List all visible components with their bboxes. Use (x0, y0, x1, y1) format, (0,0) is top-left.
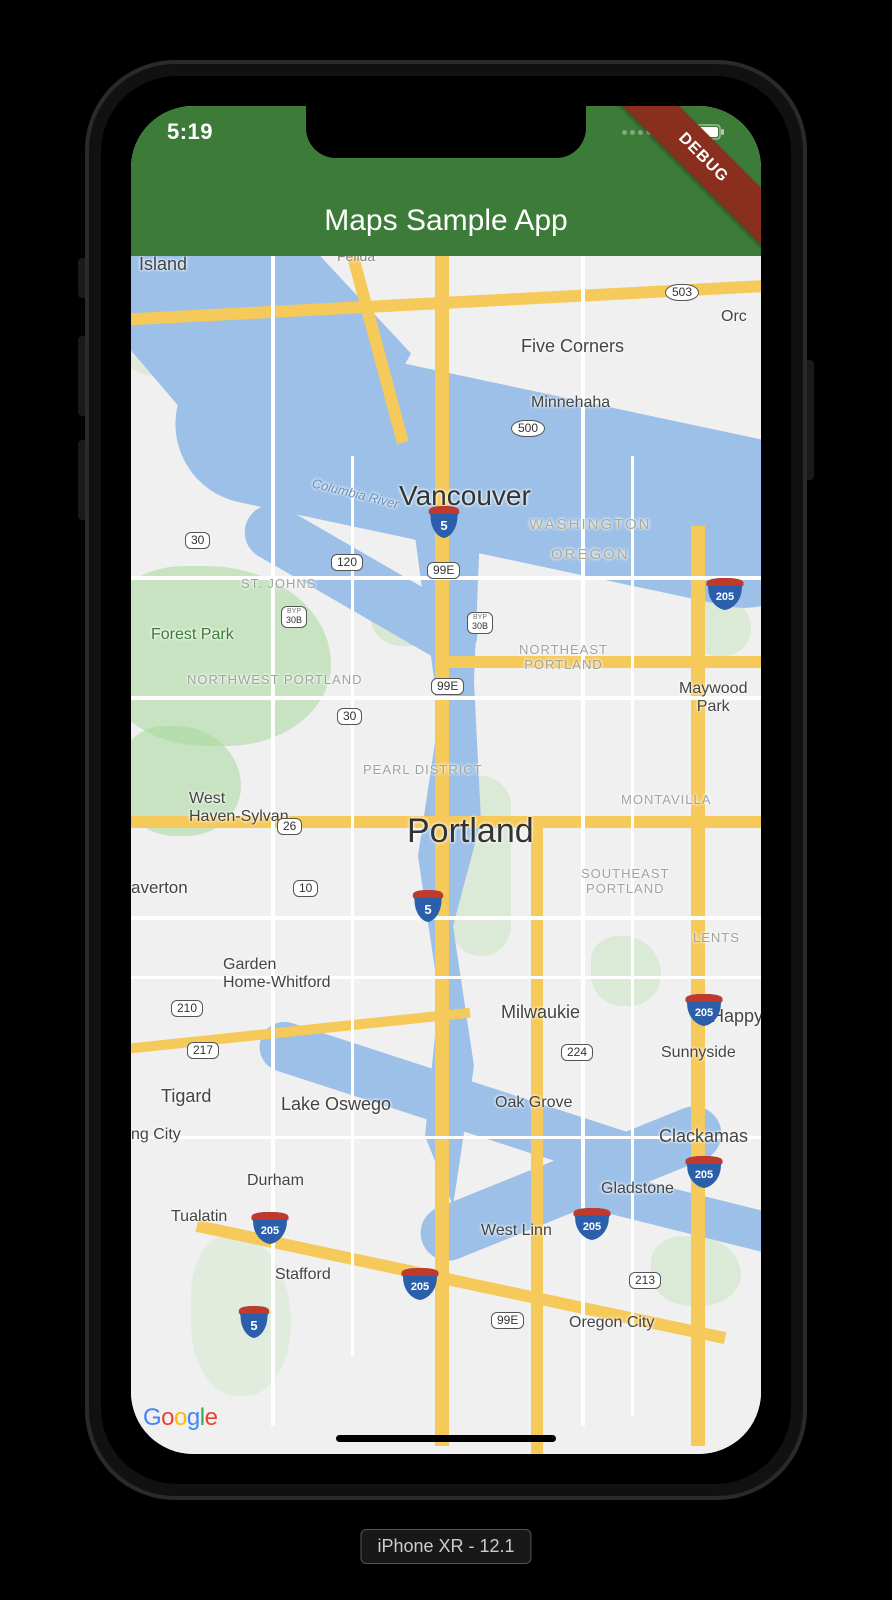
shield-26: 26 (277, 818, 302, 835)
label-ne-portland: NORTHEAST PORTLAND (519, 642, 608, 672)
shield-i205-d: 205 (249, 1212, 291, 1244)
shield-10: 10 (293, 880, 318, 897)
label-stafford: Stafford (275, 1266, 331, 1284)
shield-i5-c: 5 (237, 1306, 271, 1338)
label-gladstone: Gladstone (601, 1180, 674, 1198)
label-felida: Felida (337, 256, 375, 264)
status-time: 5:19 (167, 119, 213, 145)
label-durham: Durham (247, 1172, 304, 1190)
phone-bezel: Maps Sample App (101, 76, 791, 1484)
app-title: Maps Sample App (324, 204, 567, 238)
label-tigard: Tigard (161, 1086, 211, 1107)
label-clackamas: Clackamas (659, 1126, 748, 1147)
shield-30b-b: 30B (467, 612, 493, 634)
label-nw-portland: NORTHWEST PORTLAND (187, 672, 362, 687)
shield-99e-b: 99E (431, 678, 464, 695)
cellular-dots-icon (622, 130, 651, 135)
label-garden-home: Garden Home-Whitford (223, 956, 331, 992)
street (131, 916, 761, 920)
label-ng-city: ng City (131, 1126, 181, 1144)
label-forest-park: Forest Park (151, 626, 234, 644)
shield-i205-e: 205 (399, 1268, 441, 1300)
label-portland: Portland (407, 812, 534, 851)
label-se-portland: SOUTHEAST PORTLAND (581, 866, 669, 896)
label-oregon: OREGON (551, 546, 630, 563)
label-island: Island (139, 256, 187, 275)
shield-30b-a: 30B (281, 606, 307, 628)
shield-i205-a: 205 (704, 578, 746, 610)
label-five-corners: Five Corners (521, 336, 624, 357)
home-indicator[interactable] (336, 1435, 556, 1442)
shield-213: 213 (629, 1272, 661, 1289)
label-beaverton: averton (131, 878, 188, 898)
label-st-johns: ST. JOHNS (241, 576, 316, 591)
road-99e (531, 816, 543, 1454)
shield-210: 210 (171, 1000, 203, 1017)
label-oregon-city: Oregon City (569, 1314, 654, 1332)
shield-i205-b: 205 (683, 994, 725, 1026)
label-minnehaha: Minnehaha (531, 394, 610, 412)
battery-icon (691, 124, 725, 140)
label-pearl: PEARL DISTRICT (363, 762, 483, 777)
shield-217: 217 (187, 1042, 219, 1059)
phone-notch (306, 106, 586, 158)
label-oak-grove: Oak Grove (495, 1094, 572, 1112)
shield-i5-b: 5 (411, 890, 445, 922)
shield-99e-a: 99E (427, 562, 460, 579)
label-lents: LENTS (693, 930, 740, 945)
label-lake-oswego: Lake Oswego (281, 1094, 391, 1115)
shield-224: 224 (561, 1044, 593, 1061)
label-w-haven: West Haven-Sylvan (189, 790, 289, 826)
phone-frame: Maps Sample App (85, 60, 807, 1500)
street (131, 696, 761, 700)
label-orc: Orc (721, 308, 747, 326)
shield-i205-f: 205 (571, 1208, 613, 1240)
shield-30: 30 (185, 532, 210, 549)
shield-30-c: 30 (337, 708, 362, 725)
label-milwaukie: Milwaukie (501, 1002, 580, 1023)
label-tualatin: Tualatin (171, 1208, 227, 1226)
street (581, 256, 585, 1426)
label-sunnyside: Sunnyside (661, 1044, 736, 1062)
label-west-linn: West Linn (481, 1222, 552, 1240)
shield-99e-c: 99E (491, 1312, 524, 1329)
shield-i5-a: 5 (427, 506, 461, 538)
shield-500: 500 (511, 420, 545, 437)
street (351, 456, 354, 1356)
map-view[interactable]: Island Felida Vancouver Five Corners Orc… (131, 256, 761, 1454)
label-vancouver: Vancouver (399, 480, 531, 512)
label-washington: WASHINGTON (529, 516, 652, 533)
shield-i205-c: 205 (683, 1156, 725, 1188)
shield-503: 503 (665, 284, 699, 301)
label-montavilla: MONTAVILLA (621, 792, 711, 807)
phone-screen: Maps Sample App (131, 106, 761, 1454)
label-maywood: Maywood Park (679, 680, 747, 716)
simulator-device-label: iPhone XR - 12.1 (360, 1529, 531, 1564)
street (271, 256, 275, 1426)
shield-120: 120 (331, 554, 363, 571)
wifi-icon (659, 123, 683, 141)
google-attribution: Google (143, 1404, 217, 1432)
